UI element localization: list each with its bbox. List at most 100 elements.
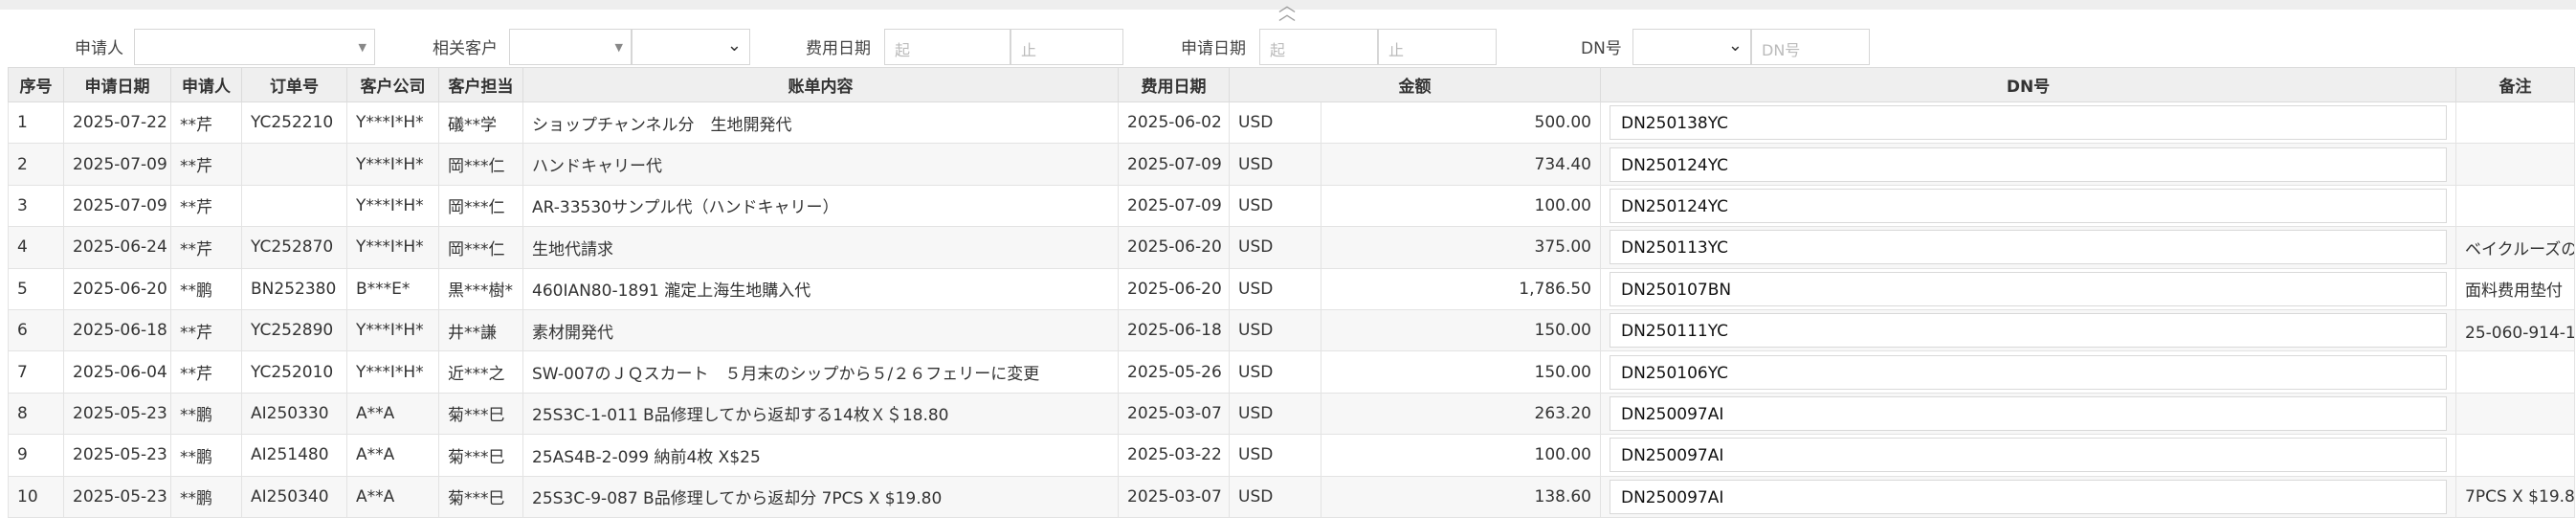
- fee-date-to-input[interactable]: 止: [1010, 29, 1123, 65]
- col-header-dn[interactable]: DN号: [1600, 67, 2456, 102]
- cell-fee-date: 2025-06-20: [1118, 226, 1230, 269]
- dn-prefix-select[interactable]: ⌄: [1632, 29, 1751, 65]
- dn-input[interactable]: DN号: [1751, 29, 1870, 65]
- cell-order-no: YC252210: [241, 101, 347, 145]
- cell-no: 5: [8, 267, 64, 310]
- dn-input[interactable]: DN250124YC: [1610, 146, 2447, 182]
- col-header-no[interactable]: 序号: [8, 67, 64, 102]
- table-row[interactable]: 8 2025-05-23 **鹏 AI250330 A**A 菊***巳 25S…: [8, 392, 2575, 436]
- cell-content: AR-33530サンプル代（ハンドキャリー）: [522, 184, 1119, 228]
- dn-input[interactable]: DN250106YC: [1610, 354, 2447, 390]
- cell-amount: 375.00: [1321, 226, 1601, 269]
- cell-content: 素材開発代: [522, 308, 1119, 352]
- cell-order-no: [241, 184, 347, 228]
- customer-company-select[interactable]: ▼: [509, 29, 632, 65]
- dn-input[interactable]: DN250107BN: [1610, 271, 2447, 306]
- table-row[interactable]: 10 2025-05-23 **鹏 AI250340 A**A 菊***巳 25…: [8, 475, 2575, 518]
- col-header-amount[interactable]: 金额: [1229, 67, 1601, 102]
- cell-amount: 150.00: [1321, 308, 1601, 352]
- cell-order-no: AI250340: [241, 475, 347, 518]
- fee-date-label: 费用日期: [806, 39, 871, 58]
- apply-date-to-input[interactable]: 止: [1378, 29, 1497, 65]
- cell-note: [2455, 392, 2575, 436]
- cell-amount: 100.00: [1321, 434, 1601, 477]
- table-row[interactable]: 6 2025-06-18 **芹 YC252890 Y***I*H* 井**謙 …: [8, 308, 2575, 352]
- dn-input[interactable]: DN250097AI: [1610, 479, 2447, 514]
- cell-amount: 138.60: [1321, 475, 1601, 518]
- cell-note: [2455, 350, 2575, 394]
- applicant-select[interactable]: ▼: [134, 29, 375, 65]
- cell-content: ショップチャンネル分 生地開発代: [522, 101, 1119, 145]
- table-row[interactable]: 5 2025-06-20 **鹏 BN252380 B***E* 黒***樹* …: [8, 267, 2575, 310]
- col-header-contact[interactable]: 客户担当: [438, 67, 523, 102]
- table-row[interactable]: 7 2025-06-04 **芹 YC252010 Y***I*H* 近***之…: [8, 350, 2575, 394]
- cell-apply-date: 2025-07-22: [63, 101, 171, 145]
- fee-date-from-input[interactable]: 起: [884, 29, 1010, 65]
- cell-currency: USD: [1229, 143, 1321, 186]
- cell-no: 1: [8, 101, 64, 145]
- cell-content: 25S3C-9-087 B品修理してから返却分 7PCS X $19.80: [522, 475, 1119, 518]
- cell-applicant: **芹: [170, 101, 242, 145]
- cell-content: 25AS4B-2-099 納前4枚 X$25: [522, 434, 1119, 477]
- cell-applicant: **鹏: [170, 475, 242, 518]
- cell-applicant: **鹏: [170, 392, 242, 436]
- cell-order-no: YC252890: [241, 308, 347, 352]
- table-row[interactable]: 4 2025-06-24 **芹 YC252870 Y***I*H* 岡***仁…: [8, 226, 2575, 269]
- col-header-company[interactable]: 客户公司: [346, 67, 439, 102]
- cell-contact: 菊***巳: [438, 475, 523, 518]
- dn-input[interactable]: DN250138YC: [1610, 105, 2447, 141]
- cell-dn: DN250113YC: [1600, 226, 2456, 269]
- cell-company: A**A: [346, 392, 439, 436]
- cell-note: 7PCS X $19.80=$138.6: [2455, 475, 2575, 518]
- cell-currency: USD: [1229, 350, 1321, 394]
- cell-content: ハンドキャリー代: [522, 143, 1119, 186]
- cell-dn: DN250107BN: [1600, 267, 2456, 310]
- cell-dn: DN250124YC: [1600, 143, 2456, 186]
- dn-input[interactable]: DN250097AI: [1610, 438, 2447, 473]
- cell-applicant: **鹏: [170, 267, 242, 310]
- cell-apply-date: 2025-07-09: [63, 143, 171, 186]
- cell-fee-date: 2025-06-02: [1118, 101, 1230, 145]
- cell-company: Y***I*H*: [346, 143, 439, 186]
- cell-company: A**A: [346, 434, 439, 477]
- cell-apply-date: 2025-06-18: [63, 308, 171, 352]
- cell-no: 3: [8, 184, 64, 228]
- dn-input[interactable]: DN250124YC: [1610, 188, 2447, 223]
- table-row[interactable]: 1 2025-07-22 **芹 YC252210 Y***I*H* 礒**学 …: [8, 101, 2575, 145]
- cell-company: Y***I*H*: [346, 308, 439, 352]
- dn-input[interactable]: DN250111YC: [1610, 313, 2447, 349]
- cell-contact: 井**謙: [438, 308, 523, 352]
- cell-apply-date: 2025-05-23: [63, 392, 171, 436]
- cell-fee-date: 2025-06-18: [1118, 308, 1230, 352]
- col-header-note[interactable]: 备注: [2455, 67, 2575, 102]
- dn-input[interactable]: DN250113YC: [1610, 230, 2447, 265]
- col-header-content[interactable]: 账单内容: [522, 67, 1119, 102]
- cell-order-no: YC252010: [241, 350, 347, 394]
- customer-contact-select[interactable]: ⌄: [632, 29, 750, 65]
- cell-note: [2455, 143, 2575, 186]
- cell-company: Y***I*H*: [346, 101, 439, 145]
- cell-dn: DN250097AI: [1600, 392, 2456, 436]
- col-header-fee-date[interactable]: 费用日期: [1118, 67, 1230, 102]
- dn-input[interactable]: DN250097AI: [1610, 395, 2447, 431]
- cell-no: 4: [8, 226, 64, 269]
- bill-table: 序号 申请日期 申请人 订单号 客户公司 客户担当 账单内容 费用日期 金额 D…: [8, 67, 2575, 518]
- cell-applicant: **芹: [170, 308, 242, 352]
- cell-fee-date: 2025-03-22: [1118, 434, 1230, 477]
- customer-label: 相关客户: [433, 39, 498, 58]
- col-header-applicant[interactable]: 申请人: [170, 67, 242, 102]
- table-row[interactable]: 9 2025-05-23 **鹏 AI251480 A**A 菊***巳 25A…: [8, 434, 2575, 477]
- cell-fee-date: 2025-06-20: [1118, 267, 1230, 310]
- cell-applicant: **芹: [170, 143, 242, 186]
- cell-fee-date: 2025-05-26: [1118, 350, 1230, 394]
- cell-content: SW-007のＪＱスカート ５月末のシップから５/２６フェリーに変更: [522, 350, 1119, 394]
- col-header-apply-date[interactable]: 申请日期: [63, 67, 171, 102]
- apply-date-label: 申请日期: [1181, 39, 1246, 58]
- chevron-down-icon: ⌄: [1727, 35, 1743, 56]
- table-row[interactable]: 3 2025-07-09 **芹 Y***I*H* 岡***仁 AR-33530…: [8, 184, 2575, 228]
- col-header-order-no[interactable]: 订单号: [241, 67, 347, 102]
- table-row[interactable]: 2 2025-07-09 **芹 Y***I*H* 岡***仁 ハンドキャリー代…: [8, 143, 2575, 186]
- cell-contact: 近***之: [438, 350, 523, 394]
- apply-date-from-input[interactable]: 起: [1259, 29, 1378, 65]
- cell-fee-date: 2025-07-09: [1118, 143, 1230, 186]
